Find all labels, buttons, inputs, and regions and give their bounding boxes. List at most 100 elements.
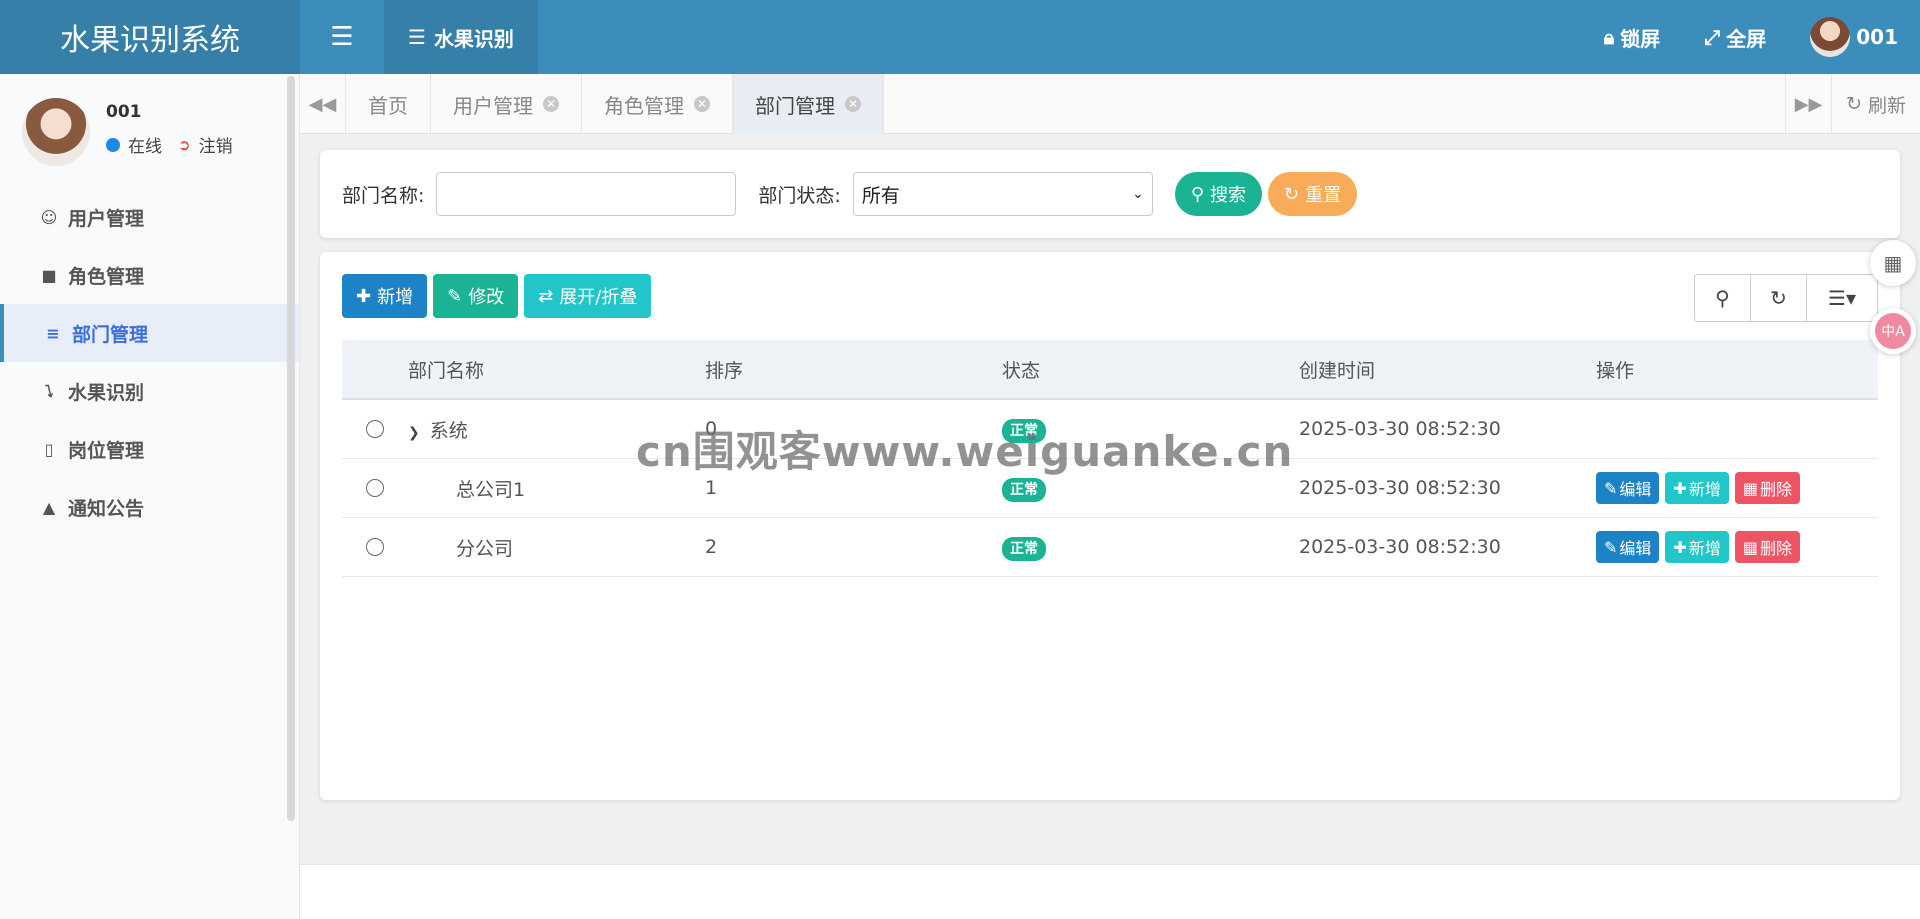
edit-icon: ✎ <box>447 285 463 307</box>
sidebar-item-departments[interactable]: ≡ 部门管理 <box>0 304 299 362</box>
created-cell: 2025-03-30 08:52:30 <box>1299 477 1501 499</box>
row-add-label: 新增 <box>1688 539 1721 558</box>
status-badge: 正常 <box>1002 537 1046 561</box>
dept-name-cell: 系统 <box>429 419 468 442</box>
topnav-label: 水果识别 <box>433 26 514 51</box>
row-radio[interactable] <box>366 479 384 497</box>
row-delete-label: 删除 <box>1759 539 1792 558</box>
fullscreen-button[interactable]: ⤢ 全屏 <box>1682 0 1788 74</box>
watermark: cn围观客www.weiguanke.cn <box>636 427 1294 476</box>
column-header: 部门名称 <box>408 359 485 382</box>
reset-button[interactable]: ↻ 重置 <box>1268 172 1358 216</box>
column-header: 排序 <box>705 359 744 382</box>
dept-status-label: 部门状态: <box>758 184 841 207</box>
logout-link[interactable]: 注销 <box>199 132 233 157</box>
row-edit-label: 编辑 <box>1619 539 1652 558</box>
expand-collapse-button[interactable]: ⇄ 展开/折叠 <box>524 274 652 318</box>
column-header: 状态 <box>1002 359 1041 382</box>
search-icon: ⚲ <box>1190 183 1204 205</box>
columns-menu-icon[interactable]: ☰▾ <box>1807 275 1877 321</box>
fullscreen-label: 全屏 <box>1726 26 1767 51</box>
sidebar-item-label: 岗位管理 <box>68 439 145 462</box>
search-label: 搜索 <box>1210 185 1246 206</box>
refresh-icon: ↻ <box>1846 93 1862 115</box>
table-tools: ⚲ ↻ ☰▾ <box>1694 274 1878 322</box>
id-card-icon: ▯ <box>44 439 54 459</box>
sidebar-item-label: 用户管理 <box>68 207 145 230</box>
sidebar-item-label: 水果识别 <box>68 381 145 404</box>
tab-department-management[interactable]: 部门管理 ✕ <box>733 74 884 134</box>
user-menu[interactable]: 001 <box>1788 0 1920 74</box>
tab-label: 部门管理 <box>755 93 835 118</box>
row-edit-button[interactable]: ✎ 编辑 <box>1596 531 1660 563</box>
dept-name-cell: 分公司 <box>456 537 514 560</box>
row-delete-button[interactable]: ▦ 删除 <box>1734 472 1800 504</box>
sign-out-icon[interactable]: ➲ <box>178 136 191 154</box>
topnav-fruit-recognition[interactable]: ☰ 水果识别 <box>384 0 538 74</box>
refresh-tab-button[interactable]: ↻ 刷新 <box>1831 74 1920 134</box>
tab-user-management[interactable]: 用户管理 ✕ <box>431 74 582 134</box>
tabs-scroll-left-icon[interactable]: ◀◀ <box>300 74 346 134</box>
order-cell: 2 <box>705 536 718 558</box>
app-brand[interactable]: 水果识别系统 <box>0 0 300 74</box>
row-add-label: 新增 <box>1688 480 1721 499</box>
role-icon: ■ <box>41 265 57 285</box>
plus-icon: ✚ <box>1673 478 1687 498</box>
footer <box>300 864 1920 919</box>
row-radio[interactable] <box>366 420 384 438</box>
refresh-icon[interactable]: ↻ <box>1751 275 1807 321</box>
expand-label: 展开/折叠 <box>559 287 638 308</box>
sidebar: 001 在线 ➲ 注销 ☺ 用户管理 ■ 角色管理 ≡ 部门管理 ⭝ 水果识别 … <box>0 74 300 919</box>
tab-role-management[interactable]: 角色管理 ✕ <box>582 74 733 134</box>
sidebar-item-roles[interactable]: ■ 角色管理 <box>0 246 299 304</box>
sidebar-item-label: 通知公告 <box>68 497 145 520</box>
search-toggle-icon[interactable]: ⚲ <box>1695 275 1751 321</box>
refresh-label: 刷新 <box>1867 94 1906 117</box>
tab-home[interactable]: 首页 <box>346 74 431 134</box>
page-tabs: ◀◀ 首页 用户管理 ✕ 角色管理 ✕ 部门管理 ✕ ▶▶ ↻ 刷新 <box>300 74 1920 134</box>
row-edit-button[interactable]: ✎ 编辑 <box>1596 472 1660 504</box>
dept-status-value: 所有 <box>861 184 900 207</box>
edit-icon: ✎ <box>1604 537 1618 557</box>
apps-grid-icon[interactable]: ▦ <box>1870 240 1916 286</box>
sidebar-item-users[interactable]: ☺ 用户管理 <box>0 188 299 246</box>
row-add-button[interactable]: ✚ 新增 <box>1665 531 1729 563</box>
row-add-button[interactable]: ✚ 新增 <box>1665 472 1729 504</box>
close-icon[interactable]: ✕ <box>694 96 710 112</box>
row-delete-label: 删除 <box>1759 480 1792 499</box>
sidebar-item-notices[interactable]: ▲ 通知公告 <box>0 478 299 536</box>
search-button[interactable]: ⚲ 搜索 <box>1174 172 1262 216</box>
chevron-down-icon[interactable]: ❯ <box>408 425 420 441</box>
department-table-panel: ✚ 新增 ✎ 修改 ⇄ 展开/折叠 ⚲ ↻ ☰▾ 部门名称 排序 状态 创建时间… <box>320 252 1900 800</box>
dept-status-select[interactable]: 所有 ⌄ <box>852 172 1153 216</box>
user-icon: ☺ <box>40 207 58 227</box>
edit-icon: ✎ <box>1604 478 1618 498</box>
sidebar-scrollbar[interactable] <box>287 76 295 821</box>
created-cell: 2025-03-30 08:52:30 <box>1299 418 1501 440</box>
add-button[interactable]: ✚ 新增 <box>342 274 428 318</box>
dept-name-input[interactable] <box>436 172 737 216</box>
list-icon: ☰ <box>408 25 426 49</box>
bullhorn-icon: ▲ <box>42 497 56 517</box>
close-icon[interactable]: ✕ <box>845 96 861 112</box>
edit-button[interactable]: ✎ 修改 <box>433 274 519 318</box>
lock-screen-button[interactable]: 🔒︎ 锁屏 <box>1582 0 1683 74</box>
tab-label: 用户管理 <box>453 93 533 118</box>
translate-icon[interactable]: 中A <box>1870 308 1916 354</box>
row-radio[interactable] <box>366 538 384 556</box>
sidebar-item-posts[interactable]: ▯ 岗位管理 <box>0 420 299 478</box>
trash-icon: ▦ <box>1742 537 1758 557</box>
menu-toggle-icon[interactable]: ☰ <box>300 0 384 74</box>
tab-label: 角色管理 <box>604 93 684 118</box>
row-edit-label: 编辑 <box>1619 480 1652 499</box>
plus-icon: ✚ <box>356 285 372 307</box>
close-icon[interactable]: ✕ <box>543 96 559 112</box>
sidebar-item-label: 角色管理 <box>68 265 145 288</box>
tabs-scroll-right-icon[interactable]: ▶▶ <box>1785 74 1831 134</box>
chevron-down-icon: ⌄ <box>1132 186 1144 202</box>
table-row[interactable]: 分公司 2 正常 2025-03-30 08:52:30 ✎ 编辑 ✚ 新增 ▦… <box>342 518 1878 577</box>
sidebar-item-fruit-recognition[interactable]: ⭝ 水果识别 <box>0 362 299 420</box>
lock-icon: 🔒︎ <box>1603 25 1615 49</box>
row-delete-button[interactable]: ▦ 删除 <box>1734 531 1800 563</box>
exchange-icon: ⇄ <box>538 285 554 307</box>
